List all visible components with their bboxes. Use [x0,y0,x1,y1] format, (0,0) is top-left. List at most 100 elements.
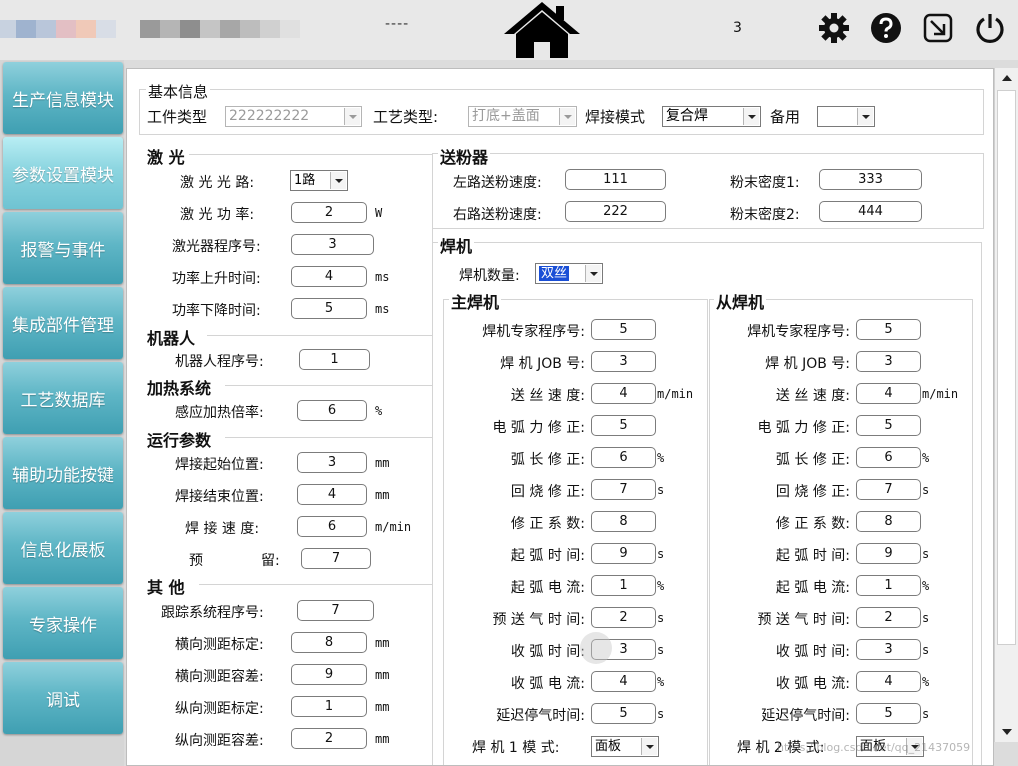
main-welder-param-field[interactable]: 1 [591,575,656,596]
robot-program-field[interactable]: 1 [299,349,370,370]
lateral-calib-field[interactable]: 8 [291,632,367,653]
minimize-icon[interactable] [922,12,954,44]
laser-power-unit: W [375,206,382,220]
main-welder-param-field[interactable]: 9 [591,543,656,564]
sidebar-item-production-info[interactable]: 生产信息模块 [3,62,123,134]
tracking-program-field[interactable]: 7 [297,600,374,621]
main-welder-param-field[interactable]: 7 [591,479,656,500]
secondary-welder-param-field[interactable]: 3 [856,639,921,660]
heating-ratio-field[interactable]: 6 [297,400,367,421]
robot-program-label: 机器人程序号: [175,351,264,371]
laser-power-field[interactable]: 2 [291,202,367,223]
main-welder-param-field[interactable]: 2 [591,607,656,628]
secondary-welder-param-field[interactable]: 3 [856,351,921,372]
sidebar-item-expert-operation[interactable]: 专家操作 [3,587,123,659]
secondary-welder-param-field[interactable]: 9 [856,543,921,564]
secondary-welder-param-field[interactable]: 4 [856,671,921,692]
secondary-welder-param-field[interactable]: 5 [856,319,921,340]
secondary-welder-param-label: 修 正 系 数: [776,513,850,533]
laser-program-field[interactable]: 3 [291,234,374,255]
laser-path-select[interactable]: 1路 [290,170,348,191]
left-powder-field[interactable]: 111 [565,169,666,190]
sidebar-item-component-management[interactable]: 集成部件管理 [3,287,123,359]
secondary-welder-param-label: 弧 长 修 正: [776,449,850,469]
longitudinal-calib-field[interactable]: 1 [291,696,367,717]
welder1-mode-label: 焊 机 1 模 式: [472,737,559,757]
main-welder-param-field[interactable]: 4 [591,671,656,692]
secondary-welder-param-unit: % [922,451,929,465]
heating-ratio-label: 感应加热倍率: [175,402,264,422]
sidebar-item-parameter-settings[interactable]: 参数设置模块 [3,137,123,209]
secondary-welder-title: 从焊机 [714,289,766,313]
secondary-welder-param-field[interactable]: 1 [856,575,921,596]
left-powder-label: 左路送粉速度: [453,172,542,192]
main-welder-param-unit: s [657,611,664,625]
secondary-welder-param-field[interactable]: 2 [856,607,921,628]
secondary-welder-param-unit: s [922,643,929,657]
powder-density2-field[interactable]: 444 [819,201,922,222]
weld-speed-field[interactable]: 6 [297,516,367,537]
main-welder-param-field[interactable]: 5 [591,319,656,340]
gear-icon[interactable] [818,12,850,44]
heating-ratio-unit: % [375,404,382,418]
sidebar-item-debug[interactable]: 调试 [3,662,123,734]
sidebar-item-alarms-events[interactable]: 报警与事件 [3,212,123,284]
parameter-panel: 基本信息 工件类型 222222222 工艺类型: 打底+盖面 焊接模式 复合焊… [126,68,994,766]
longitudinal-tol-unit: mm [375,732,389,746]
secondary-welder-param-field[interactable]: 6 [856,447,921,468]
main-welder-param-field[interactable]: 6 [591,447,656,468]
scroll-down-icon[interactable] [995,722,1018,742]
power-fall-label: 功率下降时间: [172,300,261,320]
vertical-scrollbar[interactable] [994,68,1018,742]
main-welder-param-field[interactable]: 4 [591,383,656,404]
sidebar-item-info-board[interactable]: 信息化展板 [3,512,123,584]
right-powder-field[interactable]: 222 [565,201,666,222]
secondary-welder-param-field[interactable]: 5 [856,415,921,436]
divider [207,335,432,336]
reserve-select[interactable] [817,106,875,127]
workpiece-type-select[interactable]: 222222222 [225,106,362,127]
secondary-welder-param-field[interactable]: 5 [856,703,921,724]
main-welder-param-field[interactable]: 8 [591,511,656,532]
process-type-select[interactable]: 打底+盖面 [468,106,577,127]
lateral-tol-field[interactable]: 9 [291,664,367,685]
main-welder-param-field[interactable]: 5 [591,703,656,724]
workpiece-type-label: 工件类型 [147,106,207,127]
secondary-welder-param-unit: % [922,579,929,593]
longitudinal-tol-field[interactable]: 2 [291,728,367,749]
power-icon[interactable] [974,12,1006,44]
main-welder-param-unit: % [657,579,664,593]
alarm-count: 3 [733,20,742,36]
secondary-welder-param-label: 收 弧 电 流: [776,673,850,693]
scroll-up-icon[interactable] [995,68,1018,88]
weld-mode-select[interactable]: 复合焊 [662,106,761,127]
reserve-field[interactable]: 7 [301,548,371,569]
help-icon[interactable] [870,12,902,44]
main-welder-param-label: 弧 长 修 正: [511,449,585,469]
sidebar-item-auxiliary-keys[interactable]: 辅助功能按键 [3,437,123,509]
weld-end-field[interactable]: 4 [297,484,367,505]
home-icon[interactable] [500,0,584,58]
main-welder-param-unit: s [657,707,664,721]
weld-start-field[interactable]: 3 [297,452,367,473]
main-welder-param-unit: s [657,483,664,497]
scrollbar-thumb[interactable] [997,90,1016,645]
secondary-welder-param-label: 起 弧 时 间: [776,545,850,565]
power-fall-field[interactable]: 5 [291,298,367,319]
welder-count-select[interactable]: 双丝 [535,263,603,284]
laser-path-label: 激 光 光 路: [180,172,254,192]
heating-title: 加热系统 [147,375,211,399]
process-type-label: 工艺类型: [373,106,438,127]
sidebar-item-process-database[interactable]: 工艺数据库 [3,362,123,434]
lateral-tol-label: 横向测距容差: [175,666,264,686]
secondary-welder-param-field[interactable]: 8 [856,511,921,532]
secondary-welder-param-field[interactable]: 7 [856,479,921,500]
main-welder-param-field[interactable]: 3 [591,351,656,372]
secondary-welder-param-field[interactable]: 4 [856,383,921,404]
main-welder-param-field[interactable]: 5 [591,415,656,436]
welder1-mode-select[interactable]: 面板 [591,736,659,757]
power-rise-field[interactable]: 4 [291,266,367,287]
secondary-welder-param-label: 回 烧 修 正: [776,481,850,501]
secondary-welder-param-label: 延迟停气时间: [761,705,850,725]
powder-density1-field[interactable]: 333 [819,169,922,190]
